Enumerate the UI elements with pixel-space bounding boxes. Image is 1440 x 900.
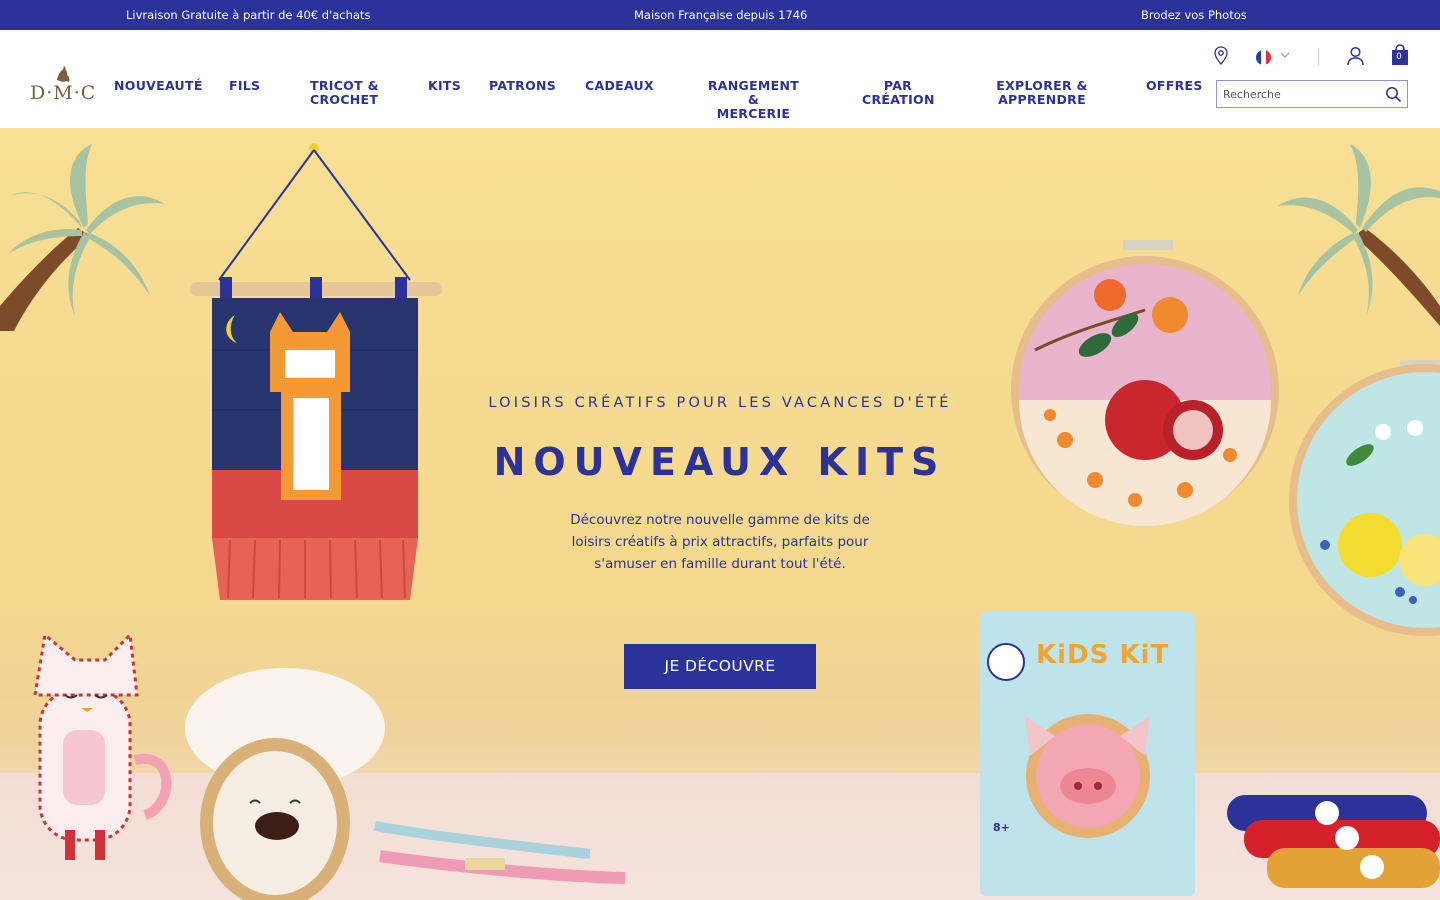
nav-par-creation[interactable]: PAR CRÉATION xyxy=(862,79,934,107)
cart-count-badge: 0 xyxy=(1392,51,1406,64)
hero-description: Découvrez notre nouvelle gamme de kits d… xyxy=(570,512,870,572)
site-header: D·M·C NOUVEAUTÉ FILS TRICOT & CROCHET KI… xyxy=(0,30,1440,128)
nav-tricot-crochet[interactable]: TRICOT & CROCHET xyxy=(310,79,379,107)
floss-skeins-illustration xyxy=(374,821,626,884)
kids-kit-age-label: 8+ xyxy=(993,821,1010,834)
nav-explorer-apprendre[interactable]: EXPLORER & APPRENDRE xyxy=(996,79,1088,107)
promo-bar: Livraison Gratuite à partir de 40€ d'ach… xyxy=(0,0,1440,30)
user-icon[interactable] xyxy=(1346,46,1365,66)
embroidery-floss-bundles-illustration xyxy=(1227,795,1440,888)
logo-wordmark: D·M·C xyxy=(30,82,97,104)
promo-free-shipping[interactable]: Livraison Gratuite à partir de 40€ d'ach… xyxy=(126,8,370,22)
cat-wall-hanging-illustration xyxy=(190,143,442,600)
cat-plush-illustration xyxy=(33,631,172,860)
nav-offres[interactable]: OFFRES xyxy=(1146,79,1203,93)
location-icon[interactable] xyxy=(1213,46,1229,66)
promo-photo-embroidery[interactable]: Brodez vos Photos xyxy=(1141,8,1247,22)
hero-cta-button[interactable]: JE DÉCOUVRE xyxy=(624,644,816,689)
hero-eyebrow: LOISIRS CRÉATIFS POUR LES VACANCES D'ÉTÉ xyxy=(488,395,952,411)
pomegranate-embroidery-hoop-illustration xyxy=(1011,240,1279,526)
chevron-down-icon[interactable] xyxy=(1279,49,1291,61)
search-box xyxy=(1216,80,1408,108)
nav-patrons[interactable]: PATRONS xyxy=(489,79,556,93)
promo-french-house[interactable]: Maison Française depuis 1746 xyxy=(634,8,807,22)
nav-fils[interactable]: FILS xyxy=(229,79,260,93)
nav-nouveaute[interactable]: NOUVEAUTÉ xyxy=(114,79,203,93)
search-icon[interactable] xyxy=(1385,86,1402,103)
palm-tree-left-illustration xyxy=(0,144,165,331)
flag-icon[interactable] xyxy=(1256,50,1271,65)
nav-cadeaux[interactable]: CADEAUX xyxy=(585,79,654,93)
nav-rangement-mercerie[interactable]: RANGEMENT & MERCERIE xyxy=(702,79,805,121)
nav-kits[interactable]: KITS xyxy=(428,79,461,93)
palm-tree-right-illustration xyxy=(1278,144,1440,326)
kids-kit-box-title: KiDS KiT xyxy=(1036,640,1170,670)
header-divider xyxy=(1318,48,1319,65)
dmc-logo[interactable]: D·M·C xyxy=(30,64,98,106)
search-input[interactable] xyxy=(1223,86,1373,102)
hero-banner: KiDS KiT 8+ LOISIRS CRÉATIFS POUR LES VA… xyxy=(0,128,1440,900)
hero-title: NOUVEAUX KITS xyxy=(493,440,947,484)
